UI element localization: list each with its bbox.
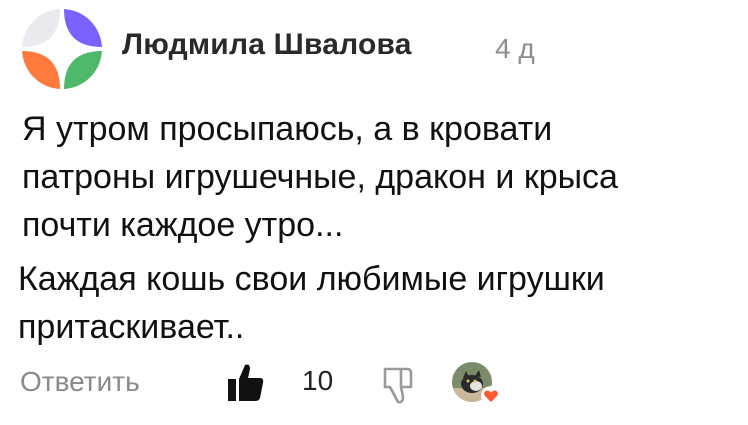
comment-text-line: Каждая кошь свои любимые игрушки — [18, 260, 605, 298]
comment-text-line: патроны игрушечные, дракон и крыса — [22, 158, 618, 196]
author-name[interactable]: Людмила Швалова — [122, 28, 412, 62]
reply-button[interactable]: Ответить — [20, 366, 140, 398]
comment-text-line: Я утром просыпаюсь, а в кровати — [22, 110, 553, 148]
heart-icon — [481, 386, 501, 406]
like-count: 10 — [302, 365, 334, 396]
author-avatar[interactable] — [22, 9, 102, 89]
thumbs-down-icon[interactable] — [377, 365, 415, 405]
comment-timestamp: 4 д — [495, 33, 535, 64]
comment-text-line: притаскивает.. — [18, 308, 245, 346]
thumbs-up-icon[interactable] — [228, 363, 264, 403]
comment-text-line: почти каждое утро... — [22, 206, 344, 244]
